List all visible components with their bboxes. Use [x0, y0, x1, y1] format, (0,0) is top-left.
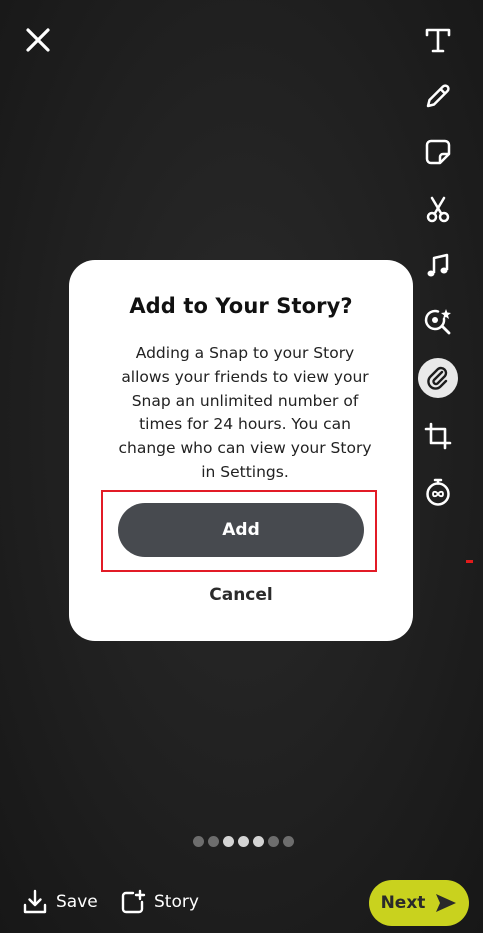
story-label: Story [154, 892, 199, 912]
send-arrow-icon [436, 894, 457, 912]
close-button[interactable] [20, 22, 56, 58]
timer-icon [426, 478, 450, 506]
next-label: Next [380, 893, 426, 913]
red-marker [466, 560, 473, 563]
sticker-icon [425, 139, 451, 165]
page-indicator [193, 834, 294, 848]
pencil-icon [426, 84, 450, 108]
add-story-icon [121, 889, 146, 914]
text-tool-button[interactable] [413, 18, 463, 62]
scissors-icon [426, 196, 450, 223]
page-dot [223, 835, 234, 847]
dialog-message: Adding a Snap to your Story allows your … [118, 344, 372, 481]
music-tool-button[interactable] [413, 244, 463, 288]
page-dot [193, 835, 204, 847]
save-label: Save [56, 892, 98, 912]
draw-tool-button[interactable] [413, 74, 463, 118]
crop-icon [424, 422, 452, 450]
download-icon [23, 889, 47, 914]
sticker-tool-button[interactable] [413, 130, 463, 174]
cancel-button[interactable]: Cancel [69, 582, 413, 608]
page-dot [268, 835, 279, 847]
page-dot [283, 835, 294, 847]
music-icon [427, 253, 449, 277]
next-button[interactable]: Next [369, 880, 469, 926]
attachment-active-indicator [418, 358, 458, 398]
paperclip-icon [427, 366, 448, 390]
scissors-tool-button[interactable] [413, 188, 463, 232]
snap-editor-screen: Add to Your Story? Adding a Snap to your… [0, 0, 483, 933]
lens-tool-button[interactable] [413, 300, 463, 344]
page-dot [208, 835, 219, 847]
page-dot [253, 835, 264, 847]
dialog-title: Add to Your Story? [129, 294, 353, 318]
attachment-tool-button[interactable] [413, 356, 463, 400]
story-button[interactable]: Story [120, 886, 199, 918]
close-icon [26, 28, 50, 52]
save-button[interactable]: Save [22, 886, 98, 918]
add-button[interactable]: Add [118, 503, 364, 557]
page-dot-active [238, 835, 249, 847]
timer-tool-button[interactable] [413, 470, 463, 514]
text-icon [425, 28, 451, 53]
lens-icon [424, 309, 451, 335]
add-to-story-dialog: Add to Your Story? Adding a Snap to your… [69, 260, 413, 641]
crop-tool-button[interactable] [413, 414, 463, 458]
